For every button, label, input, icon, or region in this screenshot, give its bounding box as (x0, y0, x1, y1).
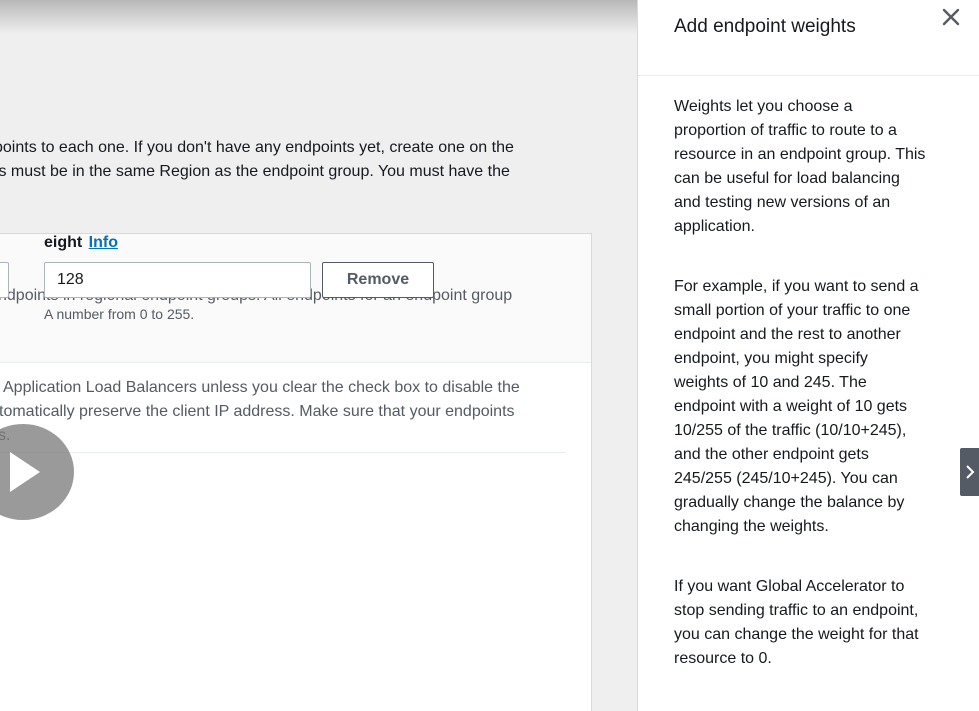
help-panel-body: Weights let you choose a proportion of t… (674, 95, 964, 707)
top-shade (0, 0, 637, 34)
help-line: weights of 10 and 245. The (674, 374, 867, 391)
help-line: Weights let you choose a (674, 98, 853, 115)
remove-button[interactable]: Remove (322, 262, 434, 298)
chevron-right-icon (966, 465, 975, 479)
main-content: points to each one. If you don't have an… (0, 0, 637, 711)
help-paragraph: If you want Global Accelerator to stop s… (674, 575, 964, 671)
help-line: changing the weights. (674, 518, 829, 535)
help-paragraph: For example, if you want to send a small… (674, 275, 964, 539)
help-line: application. (674, 218, 755, 235)
help-line: 10/255 of the traffic (10/10+245), (674, 422, 907, 439)
help-line: For example, if you want to send a (674, 278, 919, 295)
help-line: gradually change the balance by (674, 494, 905, 511)
help-line: endpoint and the rest to another (674, 326, 901, 343)
help-panel: Add endpoint weights Weights let you cho… (637, 0, 979, 711)
weight-hint: A number from 0 to 255. (44, 306, 195, 322)
help-line: proportion of traffic to route to a (674, 122, 897, 139)
description-line: ts must be in the same Region as the end… (0, 163, 510, 180)
help-paragraph: Weights let you choose a proportion of t… (674, 95, 964, 239)
help-line: and the other endpoint gets (674, 446, 869, 463)
help-panel-header: Add endpoint weights (638, 0, 979, 76)
help-line: can be useful for load balancing (674, 170, 900, 187)
description: points to each one. If you don't have an… (0, 136, 570, 184)
help-line: resource to 0. (674, 650, 772, 667)
divider (1, 452, 566, 453)
close-button[interactable] (940, 6, 962, 28)
help-line: endpoint, you might specify (674, 350, 868, 367)
help-line: resource in an endpoint group. This (674, 146, 926, 163)
client-ip-text: Application Load Balancers unless you cl… (0, 376, 520, 448)
client-ip-line: s. (0, 424, 515, 448)
client-ip-line: Application Load Balancers unless you cl… (3, 379, 520, 396)
client-ip-line: tomatically preserve the client IP addre… (0, 403, 515, 420)
endpoint-card: ndpoints in regional endpoint groups. Al… (0, 233, 592, 711)
close-icon (942, 8, 960, 26)
help-line: endpoint with a weight of 10 gets (674, 398, 908, 415)
play-icon (10, 452, 40, 492)
weight-label-text: eight (44, 234, 83, 251)
card-header: ndpoints in regional endpoint groups. Al… (0, 234, 591, 363)
endpoint-input-partial[interactable] (0, 262, 9, 298)
help-line: If you want Global Accelerator to (674, 578, 905, 595)
help-line: and testing new versions of an (674, 194, 891, 211)
help-line: small portion of your traffic to one (674, 302, 911, 319)
help-line: 245/255 (245/10+245). You can (674, 470, 898, 487)
help-panel-title: Add endpoint weights (674, 16, 856, 37)
weight-info-link[interactable]: Info (89, 234, 118, 251)
weight-input[interactable] (44, 262, 311, 298)
help-line: stop sending traffic to an endpoint, (674, 602, 919, 619)
help-line: you can change the weight for that (674, 626, 919, 643)
description-line: points to each one. If you don't have an… (0, 139, 514, 156)
next-button[interactable] (960, 448, 979, 496)
weight-label: eight Info (44, 234, 118, 252)
